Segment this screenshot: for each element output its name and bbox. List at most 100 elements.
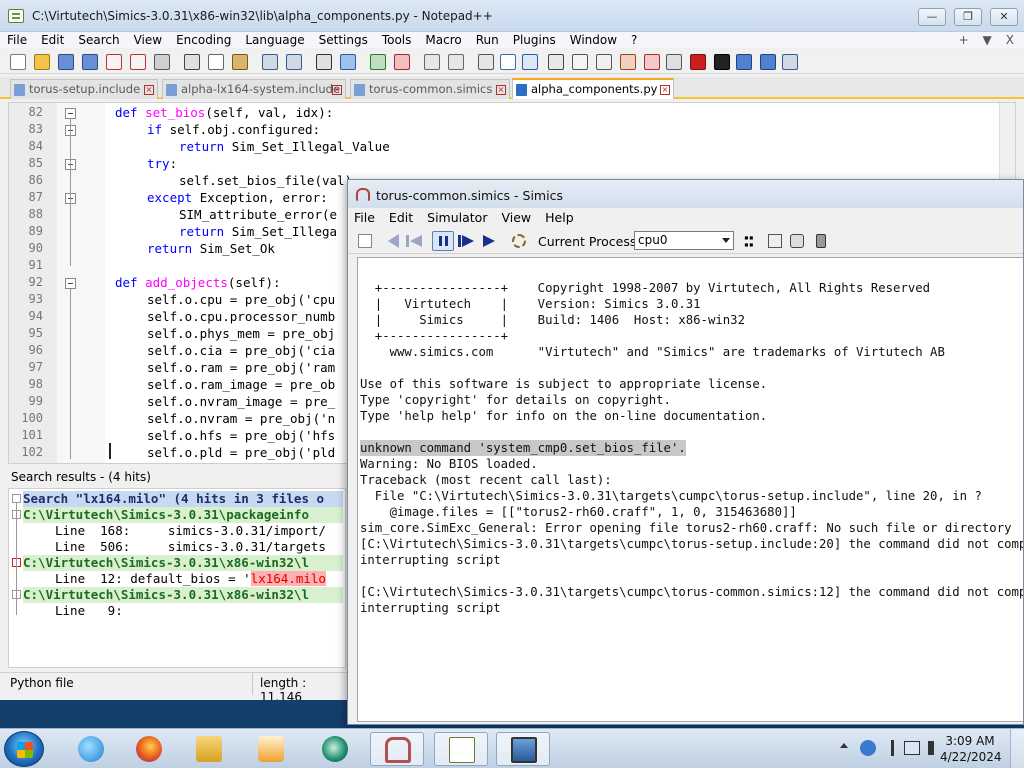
monitor-icon[interactable] xyxy=(620,54,636,70)
taskbar-file-explorer[interactable] xyxy=(182,732,236,766)
stop-record-icon[interactable] xyxy=(714,54,730,70)
pause-button[interactable] xyxy=(432,231,454,251)
current-processor-select[interactable]: cpu0 xyxy=(634,231,734,250)
search-hit-line[interactable]: Line 9: xyxy=(55,603,123,619)
taskbar-notepadpp[interactable] xyxy=(434,732,488,766)
taskbar-firefox[interactable] xyxy=(122,732,176,766)
search-hit-line[interactable]: Line 506: simics-3.0.31/targets xyxy=(55,539,326,555)
menu-plugins[interactable]: Plugins xyxy=(506,32,563,48)
search-hit-line[interactable]: Line 168: simics-3.0.31/import/ xyxy=(55,523,326,539)
action-center-flag-icon[interactable] xyxy=(891,740,894,756)
replace-icon[interactable] xyxy=(340,54,356,70)
sync-h-icon[interactable] xyxy=(448,54,464,70)
find-icon[interactable] xyxy=(316,54,332,70)
language-bar-icon[interactable] xyxy=(860,740,876,756)
simics-menu-help[interactable]: Help xyxy=(539,209,582,227)
menu-tools[interactable]: Tools xyxy=(375,32,419,48)
sync-v-icon[interactable] xyxy=(424,54,440,70)
zoom-in-icon[interactable] xyxy=(370,54,386,70)
zoom-out-icon[interactable] xyxy=(394,54,410,70)
save-all-icon[interactable] xyxy=(82,54,98,70)
simics-menu-view[interactable]: View xyxy=(495,209,539,227)
copy-icon[interactable] xyxy=(208,54,224,70)
run-macro-multiple-icon[interactable] xyxy=(760,54,776,70)
search-result-file[interactable]: C:\Virtutech\Simics-3.0.31\packageinfo xyxy=(23,507,343,523)
simics-titlebar[interactable]: torus-common.simics - Simics xyxy=(348,180,1023,208)
search-results-panel[interactable]: Search "lx164.milo" (4 hits in 3 files o… xyxy=(8,488,346,668)
taskbar-clock[interactable]: 3:09 AM 4/22/2024 xyxy=(940,733,1002,765)
word-wrap-icon[interactable] xyxy=(478,54,494,70)
run-icon[interactable] xyxy=(482,234,496,248)
print-icon[interactable] xyxy=(154,54,170,70)
tab-torus-common-simics[interactable]: torus-common.simics × xyxy=(350,79,510,99)
memory-icon[interactable] xyxy=(768,234,782,248)
taskbar-internet-explorer[interactable] xyxy=(64,732,118,766)
monitoring-icon[interactable] xyxy=(644,54,660,70)
tab-alpha-lx164-system-include[interactable]: alpha-lx164-system.include × xyxy=(162,79,346,99)
close-tab-icon[interactable]: × xyxy=(332,85,342,95)
open-file-icon[interactable] xyxy=(34,54,50,70)
show-hidden-icons-icon[interactable] xyxy=(840,743,848,748)
menu-language[interactable]: Language xyxy=(238,32,311,48)
function-list-icon[interactable] xyxy=(572,54,588,70)
menu-window[interactable]: Window xyxy=(563,32,624,48)
paste-icon[interactable] xyxy=(232,54,248,70)
doc-menu-right-2[interactable]: X xyxy=(1006,32,1014,48)
binary-view-icon[interactable]: ▪▪ ▪▪ xyxy=(744,234,760,249)
npp-titlebar[interactable]: C:\Virtutech\Simics-3.0.31\x86-win32\lib… xyxy=(0,0,1024,32)
doc-map-icon[interactable] xyxy=(548,54,564,70)
save-icon[interactable] xyxy=(58,54,74,70)
taskbar-simics[interactable] xyxy=(370,732,424,766)
new-session-icon[interactable] xyxy=(358,234,372,248)
cpu-chip-icon[interactable] xyxy=(816,234,826,248)
reverse-icon[interactable] xyxy=(406,234,426,248)
close-all-icon[interactable] xyxy=(130,54,146,70)
fold-toggle-icon[interactable] xyxy=(65,108,76,119)
close-tab-icon[interactable]: × xyxy=(144,85,154,95)
save-macro-icon[interactable] xyxy=(782,54,798,70)
fold-toggle-icon[interactable] xyxy=(65,278,76,289)
simics-menu-edit[interactable]: Edit xyxy=(383,209,421,227)
minimize-button[interactable]: — xyxy=(918,8,946,26)
all-chars-icon[interactable] xyxy=(500,54,516,70)
step-back-icon[interactable] xyxy=(388,234,399,248)
step-forward-icon[interactable] xyxy=(458,234,476,248)
folder-workspace-icon[interactable] xyxy=(596,54,612,70)
menu-run[interactable]: Run xyxy=(469,32,506,48)
menu-settings[interactable]: Settings xyxy=(312,32,375,48)
menu-encoding[interactable]: Encoding xyxy=(169,32,238,48)
menu-view[interactable]: View xyxy=(127,32,169,48)
simics-menu-simulator[interactable]: Simulator xyxy=(421,209,495,227)
network-icon[interactable] xyxy=(904,741,920,755)
menu-help[interactable]: ? xyxy=(624,32,644,48)
indent-guide-icon[interactable] xyxy=(522,54,538,70)
close-tab-icon[interactable]: × xyxy=(496,85,506,95)
menu-search[interactable]: Search xyxy=(71,32,126,48)
undo-icon[interactable] xyxy=(262,54,278,70)
menu-edit[interactable]: Edit xyxy=(34,32,71,48)
taskbar-media-player[interactable] xyxy=(244,732,298,766)
settings-icon[interactable] xyxy=(790,234,804,248)
start-button[interactable] xyxy=(4,731,44,767)
maximize-button[interactable]: ❐ xyxy=(954,8,982,26)
doc-menu-right-1[interactable]: ▼ xyxy=(983,32,992,48)
reload-icon[interactable] xyxy=(512,234,526,248)
menu-macro[interactable]: Macro xyxy=(418,32,468,48)
search-hit-line[interactable]: Line 12: default_bios = 'lx164.milo xyxy=(55,571,326,587)
redo-icon[interactable] xyxy=(286,54,302,70)
play-macro-icon[interactable] xyxy=(736,54,752,70)
search-summary[interactable]: Search "lx164.milo" (4 hits in 3 files o xyxy=(23,491,343,507)
record-macro-icon[interactable] xyxy=(690,54,706,70)
simics-menu-file[interactable]: File xyxy=(348,209,383,227)
search-result-file[interactable]: C:\Virtutech\Simics-3.0.31\x86-win32\l xyxy=(23,587,343,603)
doc-menu-right-0[interactable]: + xyxy=(958,32,968,48)
taskbar-network-app[interactable] xyxy=(308,732,362,766)
cut-icon[interactable] xyxy=(184,54,200,70)
menu-file[interactable]: File xyxy=(0,32,34,48)
search-result-file[interactable]: C:\Virtutech\Simics-3.0.31\x86-win32\l xyxy=(23,555,343,571)
new-file-icon[interactable] xyxy=(10,54,26,70)
eye-icon[interactable] xyxy=(666,54,682,70)
tab-torus-setup-include[interactable]: torus-setup.include × xyxy=(10,79,158,99)
taskbar-remote-desktop[interactable] xyxy=(496,732,550,766)
collapse-toggle-icon[interactable] xyxy=(12,494,21,503)
